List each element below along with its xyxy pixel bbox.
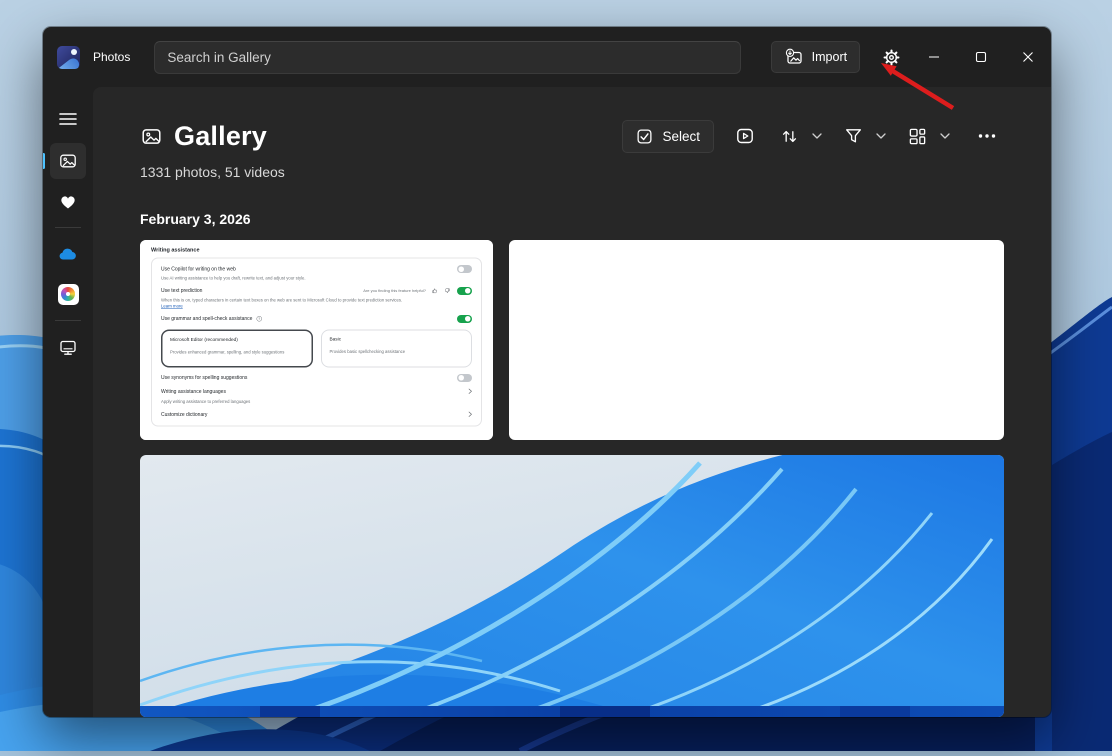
mini-basic-card-sub: Provides basic spellchecking assistance xyxy=(330,349,464,354)
settings-gear-button[interactable] xyxy=(872,40,910,74)
photo-thumbnail-bloom-wallpaper[interactable] xyxy=(140,455,1004,717)
layout-dropdown-chevron[interactable] xyxy=(934,119,956,153)
sort-button[interactable] xyxy=(772,119,806,153)
mini-prediction-sub: When this is on, typed characters in cer… xyxy=(161,297,402,302)
select-checkbox-icon xyxy=(636,128,653,145)
import-button[interactable]: Import xyxy=(771,41,860,73)
mini-copilot-title: Use Copilot for writing on the web xyxy=(161,266,236,272)
sidebar-item-gallery[interactable] xyxy=(50,143,86,179)
sidebar-menu-button[interactable] xyxy=(50,101,86,137)
filter-icon xyxy=(844,127,863,145)
more-ellipsis-icon xyxy=(978,133,996,139)
gallery-count-subtitle: 1331 photos, 51 videos xyxy=(140,164,1004,180)
gallery-icon xyxy=(58,151,78,171)
search-box[interactable] xyxy=(154,41,740,74)
titlebar: Photos Import xyxy=(43,27,1051,87)
mini-editor-card-sub: Provides enhanced grammar, spelling, and… xyxy=(170,349,304,354)
settings-screenshot-content: Writing assistance Use Copilot for writi… xyxy=(140,240,493,440)
mini-prediction-toggle-on xyxy=(457,287,472,295)
page-title: Gallery xyxy=(140,121,267,152)
sidebar xyxy=(43,87,93,717)
maximize-button[interactable] xyxy=(957,27,1004,87)
selected-accent-pill xyxy=(43,153,45,169)
mini-basic-card-title: Basic xyxy=(330,336,464,342)
app-title: Photos xyxy=(93,50,130,64)
mini-synonyms-toggle-off xyxy=(457,374,472,382)
menu-icon xyxy=(59,112,77,126)
filter-button[interactable] xyxy=(836,119,870,153)
date-group-header: February 3, 2026 xyxy=(140,211,1004,227)
gallery-title-icon xyxy=(140,125,163,148)
sidebar-item-onedrive[interactable] xyxy=(50,236,86,272)
mini-learn-more-link: Learn more xyxy=(161,303,183,308)
close-button[interactable] xyxy=(1004,27,1051,87)
mini-editor-option-card: Microsoft Editor (recommended) Provides … xyxy=(161,329,313,367)
window-controls xyxy=(910,27,1051,87)
photos-app-logo-icon xyxy=(57,46,80,69)
sort-dropdown-chevron[interactable] xyxy=(806,119,828,153)
search-input[interactable] xyxy=(167,50,727,65)
icloud-photos-flower-icon xyxy=(58,284,79,305)
help-icon: ? xyxy=(256,316,262,322)
mini-prediction-title: Use text prediction xyxy=(161,288,202,294)
screen: { "titlebar": { "app_name": "Photos", "s… xyxy=(0,0,1112,751)
mini-copilot-toggle-off xyxy=(457,265,472,273)
gear-icon xyxy=(882,48,901,67)
page-title-text: Gallery xyxy=(174,121,267,152)
photo-thumbnail-blank-white[interactable] xyxy=(509,240,1004,440)
onedrive-cloud-icon xyxy=(57,246,79,262)
sidebar-item-folders[interactable] xyxy=(50,329,86,365)
gallery-toolbar: Select xyxy=(622,119,1004,153)
gallery-content-panel: Gallery Select xyxy=(93,87,1051,717)
sidebar-divider-2 xyxy=(55,320,81,321)
sort-icon xyxy=(780,127,799,146)
layout-button[interactable] xyxy=(900,119,934,153)
mini-dictionary-title: Customize dictionary xyxy=(161,412,207,418)
mini-grammar-title: Use grammar and spell-check assistance xyxy=(161,316,252,322)
chevron-right-icon xyxy=(469,387,473,396)
mini-section-title: Writing assistance xyxy=(151,247,482,253)
minimize-button[interactable] xyxy=(910,27,957,87)
mini-copilot-sub: Use AI writing assistance to help you dr… xyxy=(161,276,471,282)
mini-languages-sub: Apply writing assistance to preferred la… xyxy=(161,399,471,405)
select-button[interactable]: Select xyxy=(622,120,714,153)
folders-device-icon xyxy=(58,338,78,357)
photo-thumbnail-settings-screenshot[interactable]: Writing assistance Use Copilot for writi… xyxy=(140,240,493,440)
mini-languages-title: Writing assistance languages xyxy=(161,389,226,395)
chevron-right-icon xyxy=(469,410,473,419)
sidebar-divider xyxy=(55,227,81,228)
import-icon xyxy=(784,47,804,67)
sidebar-item-favorites[interactable] xyxy=(50,183,86,219)
slideshow-icon xyxy=(735,126,755,146)
thumbs-up-icon xyxy=(432,288,438,294)
mini-basic-option-card: Basic Provides basic spellchecking assis… xyxy=(321,329,472,367)
filter-dropdown-chevron[interactable] xyxy=(870,119,892,153)
mini-grammar-toggle-on xyxy=(457,315,472,323)
more-options-button[interactable] xyxy=(970,119,1004,153)
thumbs-down-icon xyxy=(445,288,451,294)
mini-synonyms-title: Use synonyms for spelling suggestions xyxy=(161,375,247,381)
slideshow-button[interactable] xyxy=(728,119,762,153)
select-label: Select xyxy=(662,129,700,144)
heart-icon xyxy=(58,192,78,210)
layout-grid-icon xyxy=(908,127,927,146)
import-label: Import xyxy=(812,50,847,64)
sidebar-item-icloud-photos[interactable] xyxy=(50,276,86,312)
mini-editor-card-title: Microsoft Editor (recommended) xyxy=(170,337,304,343)
photo-grid: Writing assistance Use Copilot for writi… xyxy=(140,240,1004,717)
photos-app-window: Photos Import xyxy=(43,27,1051,717)
mini-feedback-text: Are you finding this feature helpful? xyxy=(363,289,426,294)
